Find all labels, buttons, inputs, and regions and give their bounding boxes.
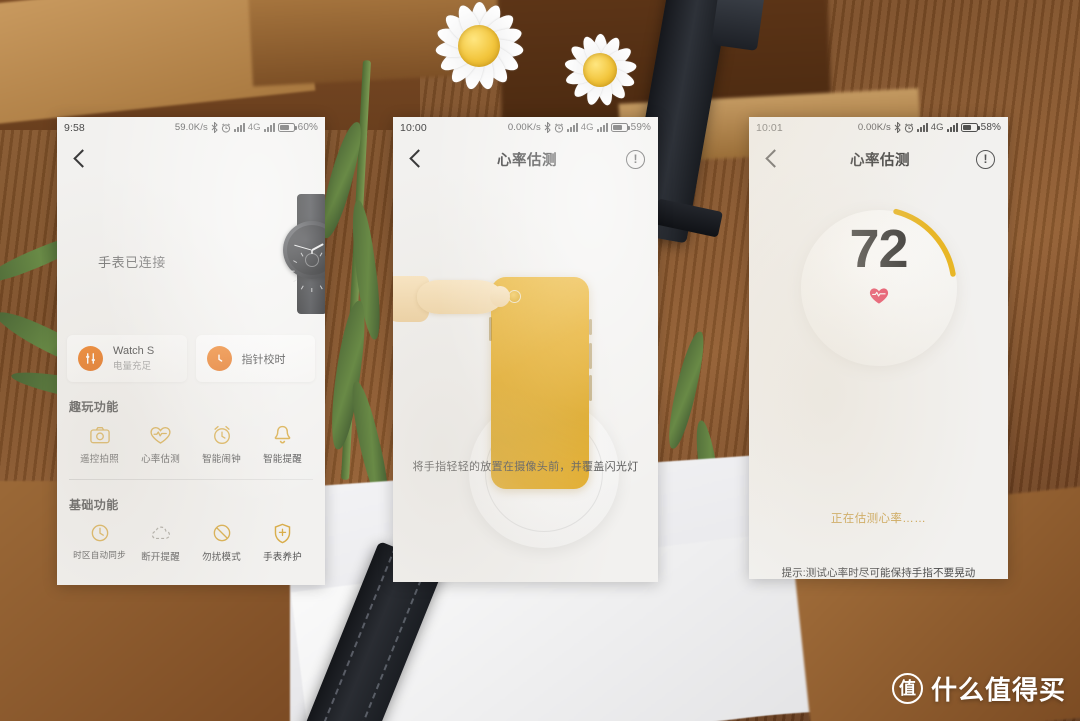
section-divider — [69, 479, 313, 480]
bluetooth-icon — [544, 122, 551, 133]
function-label: 遥控拍照 — [80, 454, 119, 465]
function-smart-alarm[interactable]: 智能闹钟 — [191, 424, 252, 465]
function-label: 时区自动同步 — [73, 550, 126, 560]
phone-screenshot-home: 9:58 59.0K/s 4G 60% 手表已连接 Watch S 电量充足 指… — [57, 117, 325, 585]
nav-bar: 心率估测 ! — [749, 138, 1008, 180]
function-label: 勿扰模式 — [202, 552, 241, 563]
hand-calibration-card[interactable]: 指针校时 — [195, 335, 315, 382]
shield-plus-icon — [273, 522, 292, 544]
hand-calibration-label: 指针校时 — [241, 353, 286, 366]
daisy-flower-large — [415, 0, 543, 110]
alarm-clock-icon — [904, 123, 913, 133]
status-time: 10:00 — [400, 121, 427, 134]
status-bar: 9:58 59.0K/s 4G 60% — [57, 117, 325, 138]
nav-bar — [57, 138, 325, 180]
watch-connection-hero: 手表已连接 — [57, 180, 325, 335]
status-time: 10:01 — [756, 121, 783, 134]
page-title: 心率估测 — [850, 152, 910, 169]
measuring-tip-text: 提示:测试心率时尽可能保持手指不要晃动 — [781, 567, 976, 579]
function-smart-reminder[interactable]: 智能提醒 — [252, 424, 313, 465]
watermark-text: 什么值得买 — [930, 675, 1066, 705]
function-label: 手表养护 — [263, 552, 302, 563]
watch-connected-label: 手表已连接 — [98, 255, 167, 270]
disconnect-cloud-icon — [150, 522, 172, 544]
alarm-clock-icon — [554, 123, 563, 133]
info-icon[interactable]: ! — [976, 149, 995, 169]
do-not-disturb-icon — [212, 522, 232, 544]
basic-functions-section: 基础功能 时区自动同步 断开提醒 勿扰模式 手表养护 — [57, 496, 325, 563]
status-network-speed: 0.00K/s — [857, 122, 891, 133]
battery-icon — [277, 123, 297, 132]
function-label: 智能提醒 — [263, 454, 302, 465]
daisy-flower-small — [548, 18, 652, 122]
back-chevron-icon[interactable] — [70, 148, 92, 170]
function-label: 智能闹钟 — [202, 454, 241, 465]
bluetooth-icon — [211, 122, 218, 133]
finger-illustration — [417, 280, 510, 314]
flower-center — [583, 53, 617, 87]
status-network-type: 4G — [930, 122, 944, 133]
heart-pulse-icon — [150, 424, 171, 446]
function-label: 心率估测 — [141, 454, 180, 465]
phone-screenshot-heart-rate-result: 10:01 0.00K/s 4G 58% 心率估测 ! 72 正在估测心率…… … — [749, 117, 1008, 579]
back-chevron-icon[interactable] — [406, 148, 428, 170]
function-remote-shutter[interactable]: 遥控拍照 — [69, 424, 130, 465]
function-disconnect-alert[interactable]: 断开提醒 — [130, 522, 191, 563]
measuring-status-text: 正在估测心率…… — [830, 513, 927, 525]
info-icon[interactable]: ! — [626, 149, 645, 169]
status-bar: 10:01 0.00K/s 4G 58% — [749, 117, 1008, 138]
battery-icon — [960, 123, 980, 132]
signal-bars-icon-2 — [946, 123, 958, 132]
flower-center — [458, 25, 500, 67]
analog-watch-image — [275, 194, 325, 314]
battery-percent: 58% — [980, 122, 1001, 133]
status-time: 9:58 — [64, 121, 85, 134]
heart-pulse-icon — [749, 287, 1008, 310]
function-watch-care[interactable]: 手表养护 — [252, 522, 313, 563]
phone-screenshot-measure-instructions: 10:00 0.00K/s 4G 59% 心率估测 ! 将手指轻轻的放置在摄像头… — [393, 117, 658, 582]
alarm-clock-icon — [212, 424, 232, 446]
clock-icon — [206, 346, 232, 371]
nav-bar: 心率估测 ! — [393, 138, 658, 180]
heart-rate-display: 72 正在估测心率…… 提示:测试心率时尽可能保持手指不要晃动 — [749, 180, 1008, 579]
status-bar: 10:00 0.00K/s 4G 59% — [393, 117, 658, 138]
signal-bars-icon — [566, 123, 578, 132]
camera-icon — [89, 424, 110, 446]
function-timezone-sync[interactable]: 时区自动同步 — [69, 522, 130, 563]
clock-sync-icon — [90, 522, 110, 544]
function-label: 断开提醒 — [141, 552, 180, 563]
battery-percent: 60% — [297, 122, 318, 133]
watermark: 值 什么值得买 — [891, 670, 1066, 707]
signal-bars-icon-2 — [263, 123, 275, 132]
quick-cards-row: Watch S 电量充足 指针校时 — [57, 335, 325, 382]
battery-percent: 59% — [630, 122, 651, 133]
fun-functions-section: 趣玩功能 遥控拍照 心率估测 智能闹钟 智能提醒 — [57, 398, 325, 465]
back-chevron-icon[interactable] — [762, 148, 784, 170]
function-do-not-disturb[interactable]: 勿扰模式 — [191, 522, 252, 563]
fun-functions-title: 趣玩功能 — [69, 400, 119, 414]
sliders-icon — [78, 346, 103, 371]
instruction-text: 将手指轻轻的放置在摄像头前，并覆盖闪光灯 — [412, 461, 639, 473]
status-network-speed: 59.0K/s — [174, 122, 208, 133]
signal-bars-icon-2 — [596, 123, 608, 132]
status-network-speed: 0.00K/s — [507, 122, 541, 133]
bell-icon — [273, 424, 292, 446]
measure-illustration — [393, 180, 658, 548]
watch-battery-status: 电量充足 — [113, 361, 152, 372]
watch-strap-buckle — [711, 0, 765, 51]
status-network-type: 4G — [247, 122, 261, 133]
function-heart-rate[interactable]: 心率估测 — [130, 424, 191, 465]
signal-bars-icon — [233, 123, 245, 132]
basic-functions-title: 基础功能 — [69, 498, 119, 512]
page-title: 心率估测 — [497, 152, 557, 169]
smzdm-logo-icon: 值 — [891, 673, 923, 704]
signal-bars-icon — [916, 123, 928, 132]
alarm-clock-icon — [221, 123, 230, 133]
watch-device-name: Watch S — [113, 345, 155, 357]
battery-icon — [610, 123, 630, 132]
bluetooth-icon — [894, 122, 901, 133]
watch-device-card[interactable]: Watch S 电量充足 — [67, 335, 187, 382]
status-network-type: 4G — [580, 122, 594, 133]
heart-rate-value: 72 — [849, 219, 908, 279]
